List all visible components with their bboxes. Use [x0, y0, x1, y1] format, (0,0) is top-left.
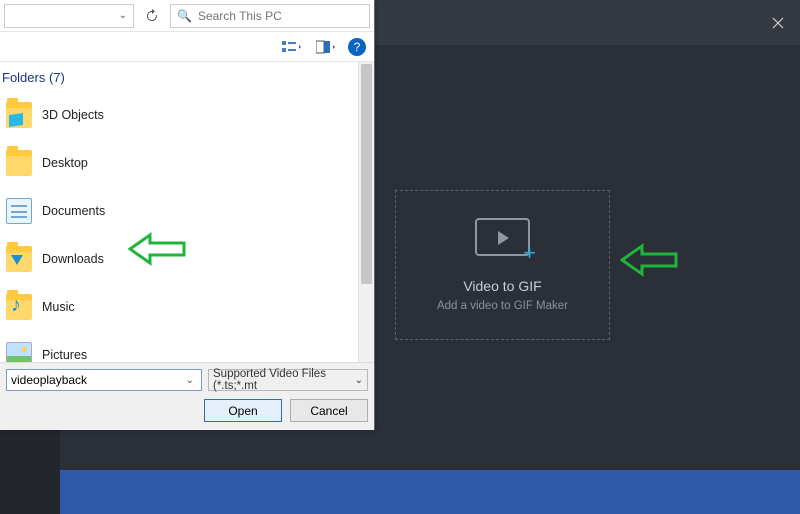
dialog-body: Folders (7) 3D Objects Desktop Documents… [0, 62, 374, 362]
folder-label: Music [42, 300, 75, 314]
search-box[interactable]: 🔍 [170, 4, 370, 28]
preview-pane-button[interactable] [314, 36, 338, 58]
view-options-button[interactable] [280, 36, 304, 58]
downloads-icon [6, 246, 32, 272]
folder-label: Desktop [42, 156, 88, 170]
folder-icon [6, 150, 32, 176]
folder-item-music[interactable]: Music [6, 283, 374, 331]
refresh-button[interactable] [142, 4, 162, 28]
drop-subtitle: Add a video to GIF Maker [437, 300, 568, 312]
folder-list: 3D Objects Desktop Documents Downloads M… [0, 91, 374, 362]
chevron-down-icon: ⌄ [355, 375, 363, 386]
folder-label: Downloads [42, 252, 104, 266]
preview-pane-icon [316, 40, 336, 54]
cancel-button[interactable]: Cancel [290, 399, 368, 422]
file-open-dialog: ⌄ 🔍 ? [0, 0, 375, 430]
folder-item-documents[interactable]: Documents [6, 187, 374, 235]
folder-item-pictures[interactable]: Pictures [6, 331, 374, 362]
view-list-icon [282, 40, 302, 54]
plus-icon: + [523, 242, 536, 264]
folder-item-desktop[interactable]: Desktop [6, 139, 374, 187]
video-add-icon: + [475, 218, 530, 256]
documents-icon [6, 198, 32, 224]
drop-title: Video to GIF [463, 278, 541, 294]
music-icon [6, 294, 32, 320]
scrollbar[interactable] [358, 62, 374, 362]
video-drop-zone[interactable]: + Video to GIF Add a video to GIF Maker [395, 190, 610, 340]
folder-icon [6, 102, 32, 128]
folder-label: Pictures [42, 348, 87, 362]
pictures-icon [6, 342, 32, 362]
folder-label: 3D Objects [42, 108, 104, 122]
open-button[interactable]: Open [204, 399, 282, 422]
scrollbar-thumb[interactable] [361, 64, 372, 284]
folder-item-downloads[interactable]: Downloads [6, 235, 374, 283]
folder-item-3d-objects[interactable]: 3D Objects [6, 91, 374, 139]
help-icon: ? [354, 40, 361, 54]
file-type-filter[interactable]: Supported Video Files (*.ts;*.mt ⌄ [208, 369, 368, 391]
filename-input[interactable] [11, 373, 183, 387]
search-icon: 🔍 [177, 9, 192, 23]
app-bottom-bar [60, 470, 800, 514]
address-combo[interactable]: ⌄ [4, 4, 134, 28]
close-icon [772, 17, 784, 29]
close-button[interactable] [755, 0, 800, 45]
dialog-toolbar: ? [0, 32, 374, 62]
search-input[interactable] [198, 9, 363, 23]
dialog-address-bar: ⌄ 🔍 [0, 0, 374, 32]
folder-label: Documents [42, 204, 105, 218]
chevron-down-icon: ⌄ [183, 375, 197, 386]
chevron-down-icon: ⌄ [119, 10, 127, 21]
filter-label: Supported Video Files (*.ts;*.mt [213, 368, 355, 392]
filename-combo[interactable]: ⌄ [6, 369, 202, 391]
help-button[interactable]: ? [348, 38, 366, 56]
refresh-icon [145, 9, 159, 23]
dialog-footer: ⌄ Supported Video Files (*.ts;*.mt ⌄ Ope… [0, 362, 374, 430]
folders-header: Folders (7) [0, 62, 374, 91]
